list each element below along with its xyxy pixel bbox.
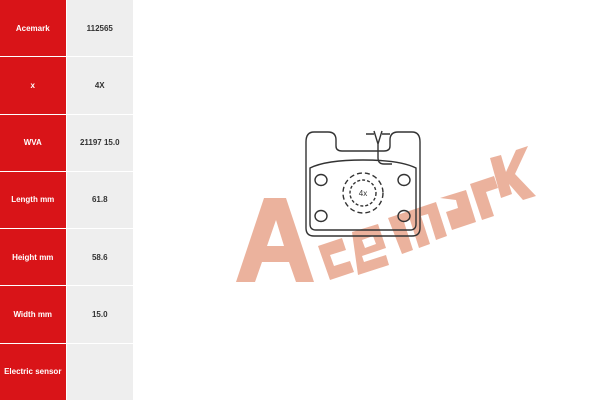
spec-row-quantity: x 4X [0,57,133,115]
spec-value: 15.0 [65,286,133,343]
spec-label: Electric sensor [0,343,66,400]
quantity-marker-label: 4x [359,189,367,198]
spec-row-wva: WVA 21197 15.0 [0,114,133,172]
spec-value: 112565 [65,0,133,57]
spec-label: Height mm [0,229,66,286]
spec-row-acemark: Acemark 112565 [0,0,133,58]
spec-value [65,343,133,400]
spec-table: Acemark 112565 x 4X WVA 21197 15.0 Lengt… [0,0,133,400]
spec-row-length: Length mm 61.8 [0,171,133,230]
spec-label: Acemark [0,0,66,57]
acemark-watermark-logo [236,146,536,282]
brake-pad-drawing: 4x [133,0,600,400]
spec-value: 21197 15.0 [65,114,133,171]
brake-pad-svg: 4x [236,130,536,282]
spec-label: x [0,57,66,114]
spec-label: Length mm [0,171,66,229]
spec-row-electric-sensor: Electric sensor [0,343,133,400]
spec-label: WVA [0,114,66,171]
spec-label: Width mm [0,286,66,343]
spec-row-width: Width mm 15.0 [0,286,133,344]
spec-value: 61.8 [65,171,133,229]
spec-row-height: Height mm 58.6 [0,229,133,287]
spec-value: 4X [65,57,133,114]
spec-value: 58.6 [65,229,133,286]
